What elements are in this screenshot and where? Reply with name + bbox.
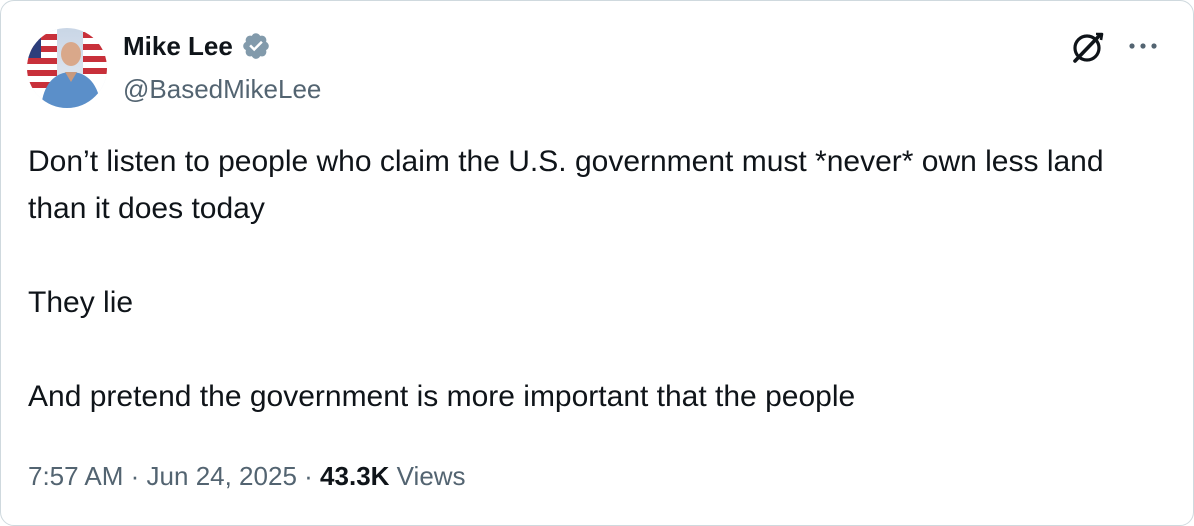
verified-badge-icon <box>241 31 271 61</box>
tweet-paragraph: They lie <box>28 286 134 319</box>
avatar-image <box>27 28 107 108</box>
tweet-time[interactable]: 7:57 AM <box>28 461 123 491</box>
tweet-date[interactable]: Jun 24, 2025 <box>147 461 297 491</box>
tweet-paragraph: And pretend the government is more impor… <box>28 380 856 413</box>
meta-separator: · <box>130 461 140 491</box>
tweet-card: Mike Lee @BasedMikeLee Don’t listen to p… <box>0 0 1194 526</box>
avatar[interactable] <box>27 28 107 108</box>
tweet-meta: 7:57 AM · Jun 24, 2025 · 43.3K Views <box>28 456 466 496</box>
tweet-text: Don’t listen to people who claim the U.S… <box>28 138 1158 420</box>
author-name-row: Mike Lee <box>123 29 271 63</box>
views-label: Views <box>396 461 466 491</box>
more-horizontal-icon[interactable] <box>1125 31 1161 61</box>
author-handle[interactable]: @BasedMikeLee <box>123 72 321 106</box>
grok-icon[interactable] <box>1067 28 1107 68</box>
tweet-paragraph: Don’t listen to people who claim the U.S… <box>28 145 1112 225</box>
meta-separator: · <box>304 461 313 491</box>
views-count[interactable]: 43.3K <box>320 461 389 491</box>
display-name[interactable]: Mike Lee <box>123 29 233 63</box>
